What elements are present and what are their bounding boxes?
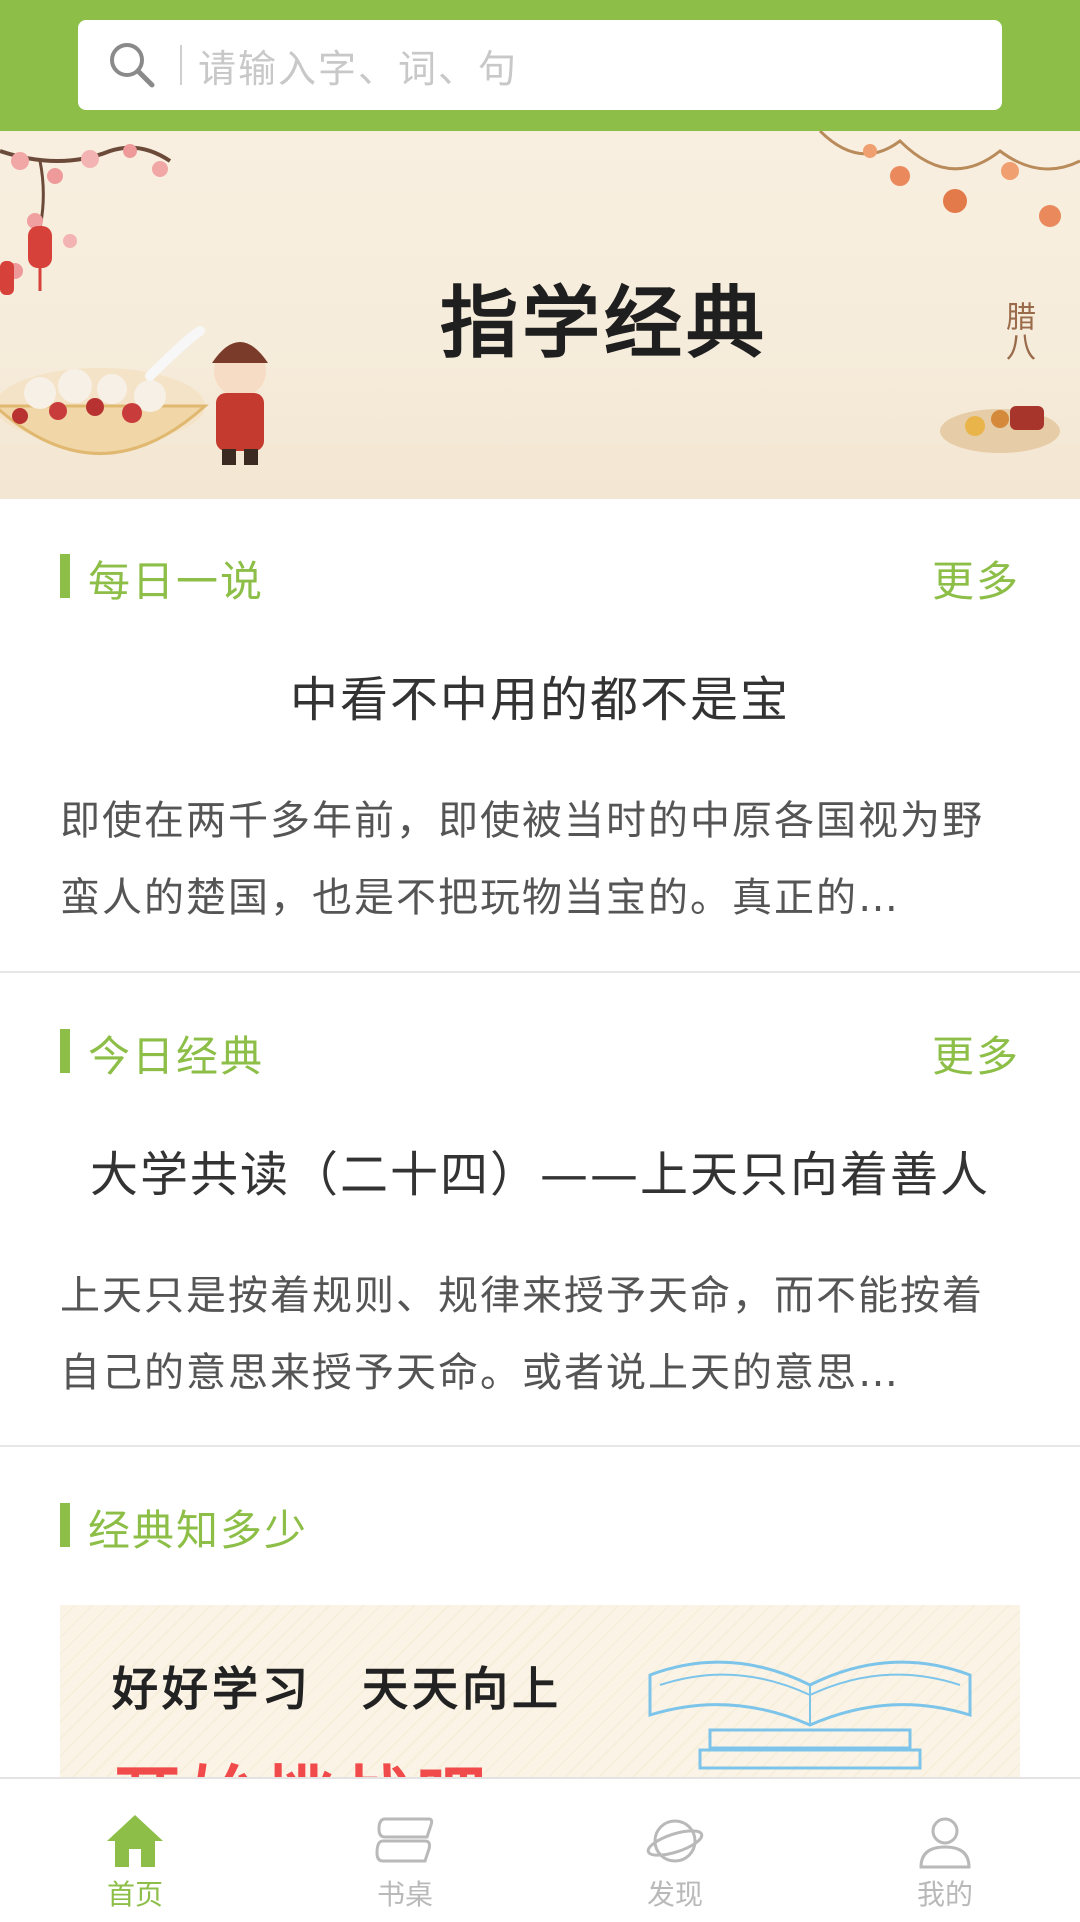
section-title-daily: 每日一说: [88, 557, 265, 606]
classic-article-summary[interactable]: 上天只是按着规则、规律来授予天命，而不能按着自己的意思来授予天命。或者说上天的意…: [60, 1258, 1010, 1412]
tab-label-discover: 发现: [646, 1878, 703, 1911]
quiz-header: 经典知多少: [60, 1497, 1020, 1555]
tab-label-home: 首页: [106, 1878, 163, 1911]
banner[interactable]: 指学经典 腊八: [0, 131, 1080, 499]
daily-article-summary[interactable]: 即使在两千多年前，即使被当时的中原各国视为野蛮人的楚国，也是不把玩物当宝的。真正…: [60, 783, 1010, 937]
bottom-tab-bar: 首页 书桌 发现 我的: [0, 1777, 1080, 1922]
section-accent-bar: [60, 554, 70, 598]
planet-icon: [646, 1819, 704, 1863]
banner-title: 指学经典: [440, 278, 769, 369]
section-title-quiz: 经典知多少: [88, 1506, 309, 1555]
tab-home[interactable]: 首页: [0, 1779, 270, 1922]
search-cursor: [180, 45, 182, 85]
search-icon: [110, 43, 155, 88]
daily-article-title[interactable]: 中看不中用的都不是宝: [60, 660, 1020, 730]
quiz-start-button[interactable]: 开始挑战吧: [112, 1743, 492, 1777]
user-icon: [919, 1817, 971, 1869]
top-bar: 请输入字、词、句: [0, 0, 1080, 131]
search-input[interactable]: 请输入字、词、句: [198, 38, 518, 93]
divider: [0, 1445, 1080, 1447]
more-link-daily[interactable]: 更多: [932, 548, 1020, 609]
tab-desk[interactable]: 书桌: [270, 1779, 540, 1922]
section-accent-bar: [60, 1029, 70, 1073]
daily-saying-header: 每日一说 更多: [60, 548, 1020, 606]
divider: [0, 971, 1080, 973]
classic-article-title[interactable]: 大学共读（二十四）——上天只向着善人: [60, 1135, 1020, 1205]
banner-side-text: 腊八: [1000, 301, 1035, 361]
tab-label-desk: 书桌: [376, 1878, 433, 1911]
quiz-slogan: 好好学习 天天向上: [112, 1662, 562, 1716]
section-title-classic: 今日经典: [88, 1032, 265, 1081]
more-link-classic[interactable]: 更多: [932, 1023, 1020, 1084]
home-icon: [107, 1815, 163, 1867]
book-icon: [375, 1817, 434, 1863]
quiz-card[interactable]: 好好学习 天天向上 开始挑战吧: [60, 1605, 1020, 1777]
tab-mine[interactable]: 我的: [810, 1779, 1080, 1922]
tab-label-mine: 我的: [916, 1878, 973, 1911]
today-classic-header: 今日经典 更多: [60, 1023, 1020, 1081]
tab-discover[interactable]: 发现: [540, 1779, 810, 1922]
open-book-icon: [648, 1660, 972, 1770]
section-accent-bar: [60, 1503, 70, 1547]
search-box[interactable]: 请输入字、词、句: [78, 20, 1002, 110]
